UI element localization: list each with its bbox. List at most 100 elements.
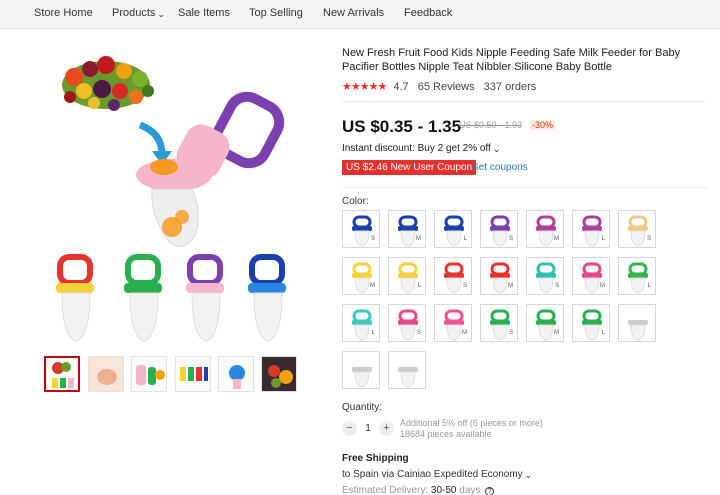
color-swatch[interactable]: L: [342, 304, 380, 342]
swatch-size-label: M: [554, 330, 559, 336]
swatch-size-label: M: [416, 236, 421, 242]
feeder-icon: [536, 215, 556, 247]
color-swatch[interactable]: S: [388, 304, 426, 342]
nav-store-home[interactable]: Store Home: [34, 7, 93, 19]
quantity-decrease-button[interactable]: −: [342, 421, 357, 436]
feeder-icon: [352, 367, 372, 388]
help-icon[interactable]: ?: [485, 487, 495, 495]
swatch-size-label: L: [647, 283, 651, 289]
quantity-label: Quantity:: [342, 402, 383, 413]
color-swatch[interactable]: S: [480, 210, 518, 248]
nav-feedback[interactable]: Feedback: [404, 7, 452, 19]
feeder-icon: [398, 262, 418, 294]
swatch-size-label: L: [463, 236, 467, 242]
instant-discount-text: Instant discount: Buy 2 get 2% off: [342, 143, 491, 154]
color-swatch[interactable]: M: [480, 257, 518, 295]
reviews-link[interactable]: 65 Reviews: [418, 81, 475, 93]
product-illustration: [56, 56, 286, 342]
color-swatch[interactable]: M: [526, 210, 564, 248]
feeder-icon: [628, 320, 648, 341]
chevron-down-icon: ⌄: [157, 9, 165, 19]
quantity-increase-button[interactable]: +: [379, 421, 394, 436]
feeder-icon: [628, 262, 648, 294]
fruit-pile-icon: [62, 56, 154, 111]
nav-new-arrivals[interactable]: New Arrivals: [323, 7, 384, 19]
color-swatch[interactable]: L: [572, 210, 610, 248]
shipping-method-text: to Spain via Cainiao Expedited Economy: [342, 469, 523, 480]
color-swatch[interactable]: S: [434, 257, 472, 295]
price: US $0.35 - 1.35: [342, 117, 462, 136]
color-swatch[interactable]: [342, 351, 380, 389]
swatch-size-label: S: [508, 236, 513, 242]
color-swatch[interactable]: M: [388, 210, 426, 248]
nav-sale-items[interactable]: Sale Items: [178, 7, 230, 19]
estimated-delivery: Estimated Delivery: 30-50 days ?: [342, 485, 495, 495]
new-user-coupon-badge: US $2.46 New User Coupon: [342, 160, 477, 175]
color-swatch[interactable]: M: [526, 304, 564, 342]
nav-products-label: Products: [112, 7, 156, 19]
swatch-size-label: L: [601, 236, 605, 242]
quantity-input[interactable]: 1: [365, 423, 371, 434]
feeder-icon: [398, 367, 418, 388]
color-swatch[interactable]: L: [388, 257, 426, 295]
color-swatch[interactable]: [618, 304, 656, 342]
thumbnail-3[interactable]: [131, 356, 167, 392]
orders-count: 337 orders: [483, 80, 537, 93]
swatch-size-label: S: [462, 283, 467, 289]
color-swatch[interactable]: S: [342, 210, 380, 248]
swatch-size-label: M: [462, 330, 467, 336]
feeder-icon: [490, 215, 510, 247]
swatch-size-label: S: [508, 330, 513, 336]
star-icon: ★★★★★: [342, 81, 387, 93]
color-swatch[interactable]: S: [618, 210, 656, 248]
delivery-days: 30-50: [430, 485, 457, 495]
feeder-icon: [352, 262, 372, 294]
feeder-icon: [582, 215, 602, 247]
feeder-icon: [398, 309, 418, 341]
color-swatch[interactable]: L: [434, 210, 472, 248]
color-swatch[interactable]: L: [572, 304, 610, 342]
product-title: New Fresh Fruit Food Kids Nipple Feeding…: [342, 47, 681, 73]
color-swatch[interactable]: M: [572, 257, 610, 295]
color-swatch[interactable]: S: [480, 304, 518, 342]
color-swatch[interactable]: M: [434, 304, 472, 342]
swatch-size-label: M: [554, 236, 559, 242]
feeder-icon: [444, 309, 464, 341]
color-swatch[interactable]: M: [342, 257, 380, 295]
thumbnail-6[interactable]: [261, 356, 297, 392]
feeder-icon: [490, 309, 510, 341]
swatch-size-label: M: [370, 283, 375, 289]
feeder-icon: [582, 262, 602, 294]
swatch-size-label: S: [646, 236, 651, 242]
color-swatch[interactable]: S: [526, 257, 564, 295]
get-coupons-link[interactable]: Get coupons: [471, 162, 528, 173]
nav-top-selling[interactable]: Top Selling: [249, 7, 303, 19]
instant-discount[interactable]: Instant discount: Buy 2 get 2% off ⌄: [342, 143, 500, 154]
nav-products[interactable]: Products ⌄: [112, 7, 165, 19]
divider: [342, 101, 708, 102]
chevron-down-icon: ⌄: [492, 144, 501, 154]
rating-row: ★★★★★ 4.7 65 Reviews 337 orders: [342, 80, 537, 94]
color-swatch[interactable]: L: [618, 257, 656, 295]
bulk-discount-note: Additional 5% off (6 pieces or more): [400, 418, 543, 428]
divider: [342, 187, 708, 188]
thumbnail-4[interactable]: [175, 356, 211, 392]
feeder-icon: [352, 309, 372, 341]
swatch-size-label: S: [370, 236, 375, 242]
thumbnail-2[interactable]: [88, 356, 124, 392]
swatch-size-label: S: [554, 283, 559, 289]
color-swatch[interactable]: [388, 351, 426, 389]
original-price: US $0.50 - 1.93: [459, 120, 523, 130]
feeder-icon: [536, 309, 556, 341]
swatch-size-label: L: [417, 283, 421, 289]
feeder-icon: [536, 262, 556, 294]
feeder-icon: [398, 215, 418, 247]
quantity-note: Additional 5% off (6 pieces or more) 186…: [400, 418, 543, 440]
feeder-icon: [628, 215, 648, 247]
store-navigation-bar: Store Home Products ⌄ Sale Items Top Sell…: [0, 0, 720, 29]
thumbnail-5[interactable]: [218, 356, 254, 392]
discount-badge: -30%: [530, 120, 556, 130]
thumbnail-1[interactable]: [44, 356, 80, 392]
shipping-method[interactable]: to Spain via Cainiao Expedited Economy ⌄: [342, 469, 532, 480]
main-product-image[interactable]: [44, 47, 312, 347]
